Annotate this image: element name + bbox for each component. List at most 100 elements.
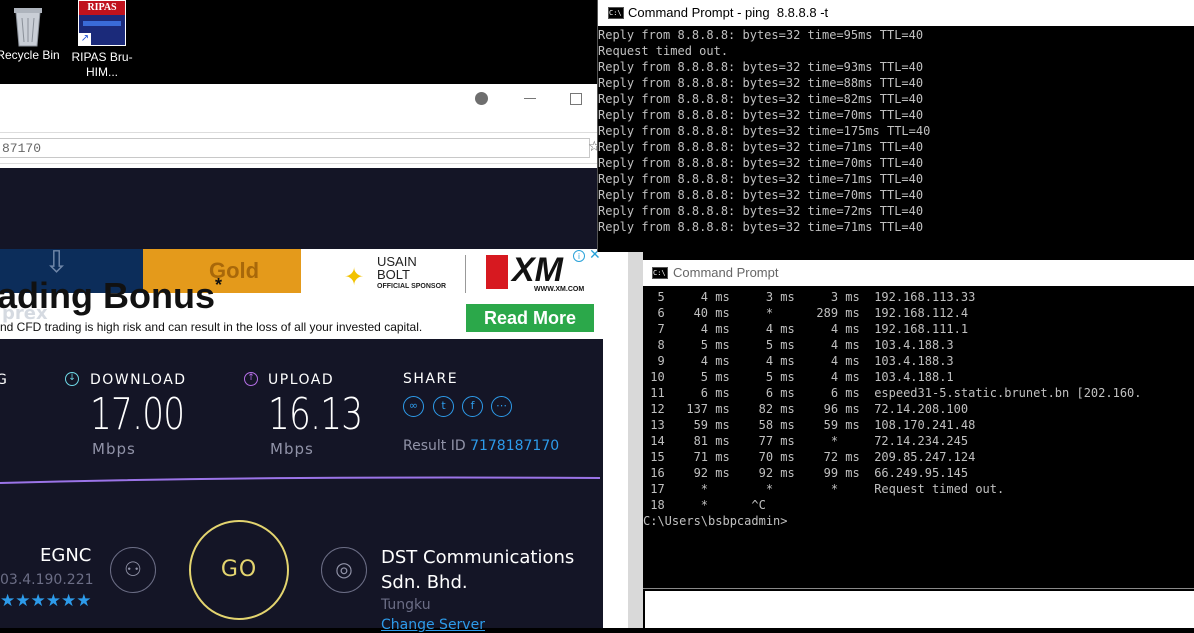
xm-url: WWW.XM.COM xyxy=(534,286,585,293)
sponsor-block: USAIN BOLT OFFICIAL SPONSOR xyxy=(377,254,447,290)
ping-line: Reply from 8.8.8.8: bytes=32 time=70ms T… xyxy=(598,108,924,122)
ripas-label: RIPAS Bru-HIM... xyxy=(71,50,133,79)
star-icon: ★ xyxy=(15,591,31,611)
ping-line: Reply from 8.8.8.8: bytes=32 time=95ms T… xyxy=(598,28,924,42)
address-bar: 87170 ☆ xyxy=(0,132,598,164)
isp-ip: 03.4.190.221 xyxy=(0,572,94,588)
desktop-icon-recycle-bin[interactable]: Recycle Bin xyxy=(0,0,68,63)
download-value: 17.00 xyxy=(90,389,185,440)
cmd-icon: C:\ xyxy=(652,267,668,279)
ping-line: Reply from 8.8.8.8: bytes=32 time=70ms T… xyxy=(598,156,924,170)
minimize-button[interactable] xyxy=(524,98,536,99)
cmd-tracert-title: Command Prompt xyxy=(673,265,779,280)
browser-titlebar xyxy=(0,84,598,130)
cmd-tracert-lower-area xyxy=(645,591,1194,628)
tracert-line: 8 5 ms 5 ms 4 ms 103.4.188.3 xyxy=(643,338,954,352)
tracert-line: 15 71 ms 70 ms 72 ms 209.85.247.124 xyxy=(643,450,976,464)
tracert-line: 16 92 ms 92 ms 99 ms 66.249.95.145 xyxy=(643,466,969,480)
star-icon: ★ xyxy=(76,591,92,611)
url-input[interactable]: 87170 xyxy=(0,138,590,158)
cmd-window-ping[interactable]: C:\ Command Prompt - ping 8.8.8.8 -t Rep… xyxy=(597,0,1194,252)
maximize-button[interactable] xyxy=(570,93,582,105)
download-unit: Mbps xyxy=(92,440,136,458)
star-icon: ★ xyxy=(45,591,61,611)
tracert-line: 11 6 ms 6 ms 6 ms espeed31-5.static.brun… xyxy=(643,386,1142,400)
cmd-tracert-bottom xyxy=(643,588,1194,589)
ripas-logo-text: RIPAS xyxy=(79,1,125,15)
cmd-icon: C:\ xyxy=(608,7,624,19)
ping-line: Reply from 8.8.8.8: bytes=32 time=70ms T… xyxy=(598,188,924,202)
isp-rating: ★★★★★★ xyxy=(0,591,92,611)
adchoices-icon[interactable]: i xyxy=(573,250,585,262)
speed-graph-line xyxy=(0,476,601,484)
ping-line: Request timed out. xyxy=(598,44,729,58)
server-name: DST Communications Sdn. Bhd. xyxy=(381,547,575,593)
cmd-tracert-output: 5 4 ms 3 ms 3 ms 192.168.113.33 6 40 ms … xyxy=(643,289,1194,529)
speedtest-results: G ↓ DOWNLOAD 17.00 Mbps ↑ UPLOAD 16.13 M… xyxy=(0,339,603,633)
ping-line: Reply from 8.8.8.8: bytes=32 time=71ms T… xyxy=(598,140,924,154)
down-arrow-graphic: ⇩ xyxy=(44,249,70,280)
tracert-line: 9 4 ms 4 ms 4 ms 103.4.188.3 xyxy=(643,354,954,368)
tracert-line: 17 * * * Request timed out. xyxy=(643,482,1005,496)
cmd-prompt[interactable]: C:\Users\bsbpcadmin> xyxy=(643,513,1194,529)
ripas-icon: RIPAS ↗ xyxy=(78,0,126,46)
recycle-bin-icon xyxy=(14,8,42,47)
change-server-link[interactable]: Change Server xyxy=(381,617,485,633)
result-id-label: Result ID xyxy=(403,438,466,454)
tracert-line: 13 59 ms 58 ms 59 ms 108.170.241.48 xyxy=(643,418,976,432)
ping-line: Reply from 8.8.8.8: bytes=32 time=72ms T… xyxy=(598,204,924,218)
ping-line: Reply from 8.8.8.8: bytes=32 time=82ms T… xyxy=(598,92,924,106)
ping-line: Reply from 8.8.8.8: bytes=32 time=71ms T… xyxy=(598,172,924,186)
go-label: GO xyxy=(220,557,258,582)
desktop-icon-ripas[interactable]: RIPAS ↗ RIPAS Bru-HIM... xyxy=(62,0,142,80)
globe-icon[interactable]: ◎ xyxy=(321,547,367,593)
download-label: DOWNLOAD xyxy=(90,372,187,388)
tracert-line: 14 81 ms 77 ms * 72.14.234.245 xyxy=(643,434,969,448)
cmd-ping-title: Command Prompt - ping 8.8.8.8 -t xyxy=(628,5,829,20)
cmd-window-tracert[interactable]: C:\ Command Prompt 5 4 ms 3 ms 3 ms 192.… xyxy=(643,260,1194,628)
server-location: Tungku xyxy=(381,597,431,613)
share-link-button[interactable]: ∞ xyxy=(403,396,424,417)
upload-label: UPLOAD xyxy=(268,372,335,388)
user-icon[interactable]: ⚇ xyxy=(110,547,156,593)
ping-line: Reply from 8.8.8.8: bytes=32 time=71ms T… xyxy=(598,220,924,234)
go-button[interactable]: GO xyxy=(189,520,289,620)
share-twitter-button[interactable]: t xyxy=(433,396,454,417)
left-cut-label: G xyxy=(0,372,9,388)
result-id-link[interactable]: 7178187170 xyxy=(470,438,559,454)
star-icon: ★ xyxy=(30,591,46,611)
tracert-line: 5 4 ms 3 ms 3 ms 192.168.113.33 xyxy=(643,290,976,304)
ping-line: Reply from 8.8.8.8: bytes=32 time=175ms … xyxy=(598,124,931,138)
upload-unit: Mbps xyxy=(270,440,314,458)
tracert-line: 18 * ^C xyxy=(643,498,766,512)
share-more-button[interactable]: ⋯ xyxy=(491,396,512,417)
tracert-line: 6 40 ms * 289 ms 192.168.112.4 xyxy=(643,306,969,320)
read-more-button[interactable]: Read More xyxy=(466,304,594,332)
share-label: SHARE xyxy=(403,371,459,387)
tracert-line: 12 137 ms 82 ms 96 ms 72.14.208.100 xyxy=(643,402,969,416)
tracert-line: 10 5 ms 5 ms 4 ms 103.4.188.1 xyxy=(643,370,954,384)
shortcut-arrow-icon: ↗ xyxy=(79,33,91,45)
profile-icon[interactable] xyxy=(475,92,488,105)
ping-line: Reply from 8.8.8.8: bytes=32 time=93ms T… xyxy=(598,60,924,74)
star-icon: ★ xyxy=(61,591,77,611)
xm-logo xyxy=(486,255,508,289)
ad-headline: ading Bonus* xyxy=(0,275,223,316)
cmd-ping-titlebar[interactable]: C:\ Command Prompt - ping 8.8.8.8 -t xyxy=(598,0,1194,26)
ad-disclaimer: nd CFD trading is high risk and can resu… xyxy=(0,320,423,334)
desktop-strip-scroll xyxy=(628,252,643,628)
upload-value: 16.13 xyxy=(268,389,363,440)
ad-divider xyxy=(465,255,466,293)
isp-name: EGNC xyxy=(40,545,92,566)
star-icon: ★ xyxy=(0,591,16,611)
download-icon: ↓ xyxy=(65,372,79,386)
upload-icon: ↑ xyxy=(244,372,258,386)
share-facebook-button[interactable]: f xyxy=(462,396,483,417)
ping-line: Reply from 8.8.8.8: bytes=32 time=88ms T… xyxy=(598,76,924,90)
runner-icon: ✦ xyxy=(344,263,365,291)
xm-brand: XM xyxy=(512,251,563,289)
ad-banner[interactable]: ⇩ prex Gold ading Bonus* nd CFD trading … xyxy=(0,249,603,339)
recycle-bin-label: Recycle Bin xyxy=(0,48,60,62)
result-id-row: Result ID 7178187170 xyxy=(403,438,559,454)
cmd-tracert-titlebar[interactable]: C:\ Command Prompt xyxy=(643,260,1194,286)
